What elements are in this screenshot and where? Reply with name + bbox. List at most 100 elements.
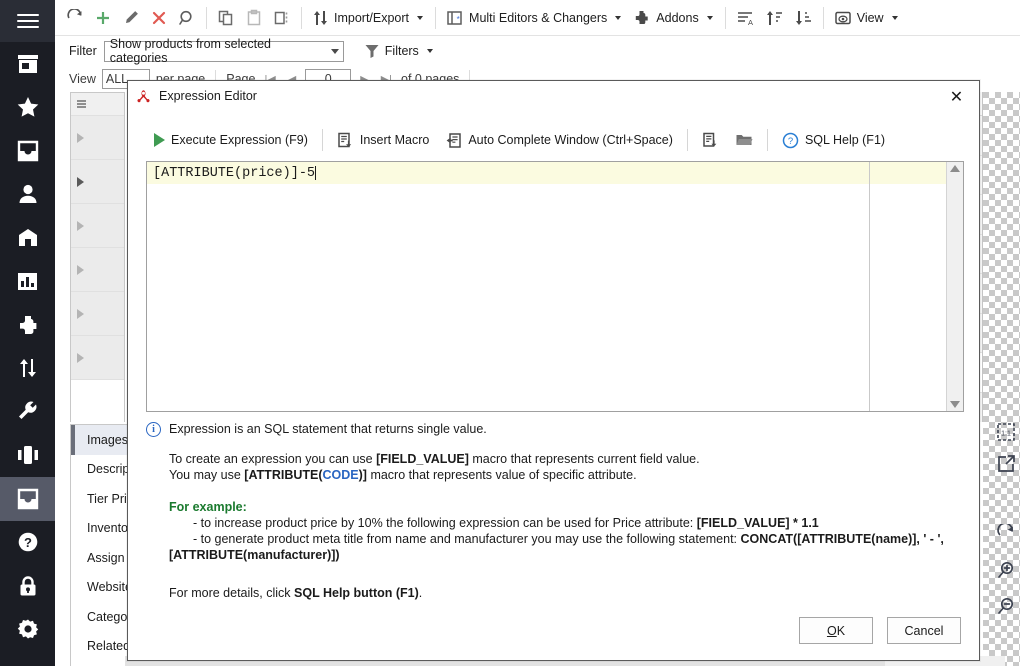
sidebar-item-reports[interactable] [0,260,55,304]
help-spacer [169,563,964,585]
copy-button[interactable] [212,4,240,32]
view-button[interactable]: View [829,4,905,32]
dialog-titlebar[interactable]: Expression Editor ✕ [128,81,979,111]
tree-row[interactable] [71,247,124,291]
search-button[interactable] [173,4,201,32]
inbox-icon [17,488,38,509]
auto-complete-button[interactable]: Auto Complete Window (Ctrl+Space) [437,127,681,153]
sidebar-item-layout[interactable] [0,434,55,478]
tree-row[interactable] [71,203,124,247]
svg-text:?: ? [788,136,793,147]
hamburger-icon [16,10,39,32]
scroll-up-icon[interactable] [950,165,960,172]
product-tree-panel [70,92,125,423]
toolbar-divider [686,129,688,151]
group-rows-icon: A [737,11,753,27]
add-button[interactable] [89,4,117,32]
sort-ascending-button[interactable] [760,4,789,32]
sidebar-item-orders[interactable] [0,216,55,260]
sidebar-item-products[interactable] [0,477,55,521]
pencil-icon [126,10,138,23]
chevron-down-icon [615,15,622,20]
paste-button[interactable] [240,4,268,32]
sort-descending-button[interactable] [789,4,818,32]
help-circle-icon: ? [18,532,37,552]
preview-tools-bottom [996,524,1016,616]
addons-button[interactable]: Addons [628,4,719,32]
insert-macro-label: Insert Macro [359,133,430,147]
save-to-file-button[interactable] [694,127,727,153]
scroll-down-icon[interactable] [950,401,960,408]
main-toolbar: Import/Export * Multi Editors & Changers… [55,0,1020,36]
gear-icon [17,619,38,639]
refresh-button[interactable] [61,4,89,32]
sidebar-item-settings[interactable] [0,608,55,652]
tree-row[interactable] [71,115,124,159]
sidebar-item-sync[interactable] [0,347,55,391]
tree-row[interactable] [71,335,124,379]
chevron-right-icon[interactable] [77,308,84,319]
cross-icon [152,11,166,24]
filters-button[interactable]: Filters [359,37,440,65]
multi-editors-label: Multi Editors & Changers [469,10,608,25]
multi-editors-button[interactable]: * Multi Editors & Changers [441,4,628,32]
menu-toggle-button[interactable] [0,0,55,42]
example-header: For example: [169,500,247,514]
expression-input[interactable]: [ATTRIBUTE(price)]-5 [147,162,946,411]
sidebar-item-security[interactable] [0,564,55,608]
delete-button[interactable] [145,4,173,32]
filter-bar: Filter Show products from selected categ… [55,36,1020,66]
edit-button[interactable] [117,4,145,32]
basket-icon [18,228,37,246]
chevron-right-icon[interactable] [77,176,84,187]
sidebar-item-addons[interactable] [0,303,55,347]
expression-editor-area: [ATTRIBUTE(price)]-5 [146,161,964,412]
editor-vertical-scrollbar[interactable] [946,162,963,411]
puzzle-icon [636,10,648,24]
chevron-right-icon[interactable] [77,220,84,231]
tree-header[interactable] [71,93,124,115]
sidebar-item-inbox[interactable] [0,129,55,173]
toolbar-divider [724,6,726,29]
chevron-down-icon [706,15,713,20]
expression-current-line: [ATTRIBUTE(price)]-5 [147,162,946,184]
group-rows-button[interactable]: A [731,4,760,32]
chevron-right-icon[interactable] [77,132,84,143]
inbox-icon [17,140,38,161]
chevron-right-icon[interactable] [77,352,84,363]
expression-editor-icon [137,89,150,102]
help-footer-bold: SQL Help button (F1) [294,586,419,600]
cancel-button[interactable]: Cancel [887,617,961,644]
filter-category-select[interactable]: Show products from selected categories [103,37,344,65]
sidebar-item-favorites[interactable] [0,86,55,130]
open-folder-button[interactable] [727,127,761,153]
tree-row[interactable] [71,291,124,335]
question-circle-icon: ? [782,132,799,148]
addons-label: Addons [656,10,699,25]
help-line-2-pre: To create an expression you can use [169,452,377,466]
chevron-down-icon [417,15,424,20]
tree-row[interactable] [71,159,124,203]
close-icon[interactable]: ✕ [934,81,979,111]
sidebar-item-help[interactable]: ? [0,521,55,565]
chevron-right-icon[interactable] [77,264,84,275]
duplicate-button[interactable] [268,4,296,32]
example-line-2-cont: [ATTRIBUTE(manufacturer)]) [169,547,964,563]
ok-button[interactable]: OK [799,617,873,644]
import-export-button[interactable]: Import/Export [307,4,430,32]
dialog-title: Expression Editor [159,89,257,103]
help-line-3-pre: You may use [169,468,245,482]
tree-row[interactable] [71,379,124,423]
sql-help-button[interactable]: ? SQL Help (F1) [774,127,893,153]
sidebar-item-customers[interactable] [0,173,55,217]
execute-expression-button[interactable]: Execute Expression (F9) [146,127,316,153]
cancel-label: Cancel [904,623,944,638]
insert-macro-button[interactable]: Insert Macro [329,127,437,153]
sidebar-item-store[interactable] [0,42,55,86]
filter-category-value: Show products from selected categories [109,37,271,65]
per-page-value: ALL [105,72,129,86]
save-to-file-icon [703,132,717,147]
sidebar-item-tools[interactable] [0,390,55,434]
help-footer-pre: For more details, click [169,586,295,600]
dialog-toolbar: Execute Expression (F9) Insert Macro Aut… [128,125,981,155]
